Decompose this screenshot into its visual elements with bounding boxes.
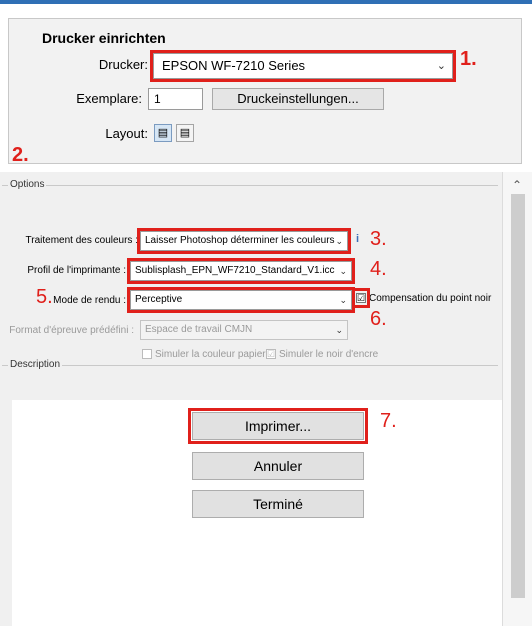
chevron-down-icon: ⌄ — [335, 325, 343, 335]
simulate-ink-label: Simuler le noir d'encre — [279, 349, 379, 360]
proof-preset-label: Format d'épreuve prédéfini : — [9, 325, 134, 336]
options-scrollbar[interactable]: ⌃ — [502, 172, 532, 626]
layout-label: Layout: — [105, 126, 148, 141]
printer-profile-label: Profil de l'imprimante : — [27, 265, 126, 276]
annotation-number-4: 4. — [370, 258, 387, 280]
chevron-down-icon: ⌄ — [339, 295, 347, 305]
annotation-number-5: 5. — [36, 286, 53, 308]
chevron-down-icon: ⌄ — [339, 266, 347, 276]
printer-label: Drucker: — [98, 57, 148, 72]
simulate-ink-checkbox[interactable]: ☑ — [266, 349, 276, 359]
description-group-line — [2, 365, 498, 366]
scroll-up-arrow-icon[interactable]: ⌃ — [512, 178, 522, 192]
render-mode-label: Mode de rendu : — [53, 295, 126, 306]
simulate-paper-checkbox[interactable] — [142, 349, 152, 359]
landscape-layout-icon[interactable]: ▤ — [176, 124, 194, 142]
cancel-button[interactable]: Annuler — [192, 452, 364, 480]
color-handling-select[interactable]: Laisser Photoshop déterminer les couleur… — [140, 231, 348, 251]
copies-input[interactable]: 1 — [148, 88, 203, 110]
print-settings-button[interactable]: Druckeinstellungen... — [212, 88, 384, 110]
render-mode-value: Perceptive — [135, 294, 183, 305]
done-button[interactable]: Terminé — [192, 490, 364, 518]
black-point-checkbox[interactable]: ☑ — [356, 293, 366, 303]
chevron-down-icon: ⌄ — [436, 60, 446, 72]
proof-preset-value: Espace de travail CMJN — [145, 324, 253, 335]
annotation-number-3: 3. — [370, 228, 387, 250]
options-legend: Options — [8, 179, 47, 190]
printer-setup-title: Drucker einrichten — [42, 30, 166, 46]
printer-profile-select[interactable]: Sublisplash_EPN_WF7210_Standard_V1.icc ⌄ — [130, 261, 352, 281]
proof-preset-select[interactable]: Espace de travail CMJN ⌄ — [140, 320, 348, 340]
color-handling-label: Traitement des couleurs : — [25, 235, 138, 246]
annotation-number-2: 2. — [12, 144, 29, 166]
printer-profile-value: Sublisplash_EPN_WF7210_Standard_V1.icc — [135, 265, 335, 276]
description-legend: Description — [8, 359, 63, 370]
printer-select[interactable]: EPSON WF-7210 Series ⌄ — [153, 53, 453, 79]
simulate-paper-label: Simuler la couleur papier — [155, 349, 266, 360]
annotation-number-6: 6. — [370, 308, 387, 330]
annotation-number-7: 7. — [380, 410, 397, 432]
copies-label: Exemplare: — [76, 91, 142, 106]
print-button[interactable]: Imprimer... — [192, 412, 364, 440]
portrait-layout-icon[interactable]: ▤ — [154, 124, 172, 142]
window-top-border — [0, 0, 532, 4]
scroll-thumb[interactable] — [511, 194, 525, 598]
render-mode-select[interactable]: Perceptive ⌄ — [130, 290, 352, 310]
black-point-label: Compensation du point noir — [369, 293, 492, 304]
chevron-down-icon: ⌄ — [335, 236, 343, 246]
color-handling-value: Laisser Photoshop déterminer les couleur… — [145, 235, 335, 246]
printer-select-value: EPSON WF-7210 Series — [162, 58, 306, 73]
options-group-line — [2, 185, 498, 186]
annotation-number-1: 1. — [460, 48, 477, 70]
info-icon[interactable]: i — [356, 233, 359, 245]
